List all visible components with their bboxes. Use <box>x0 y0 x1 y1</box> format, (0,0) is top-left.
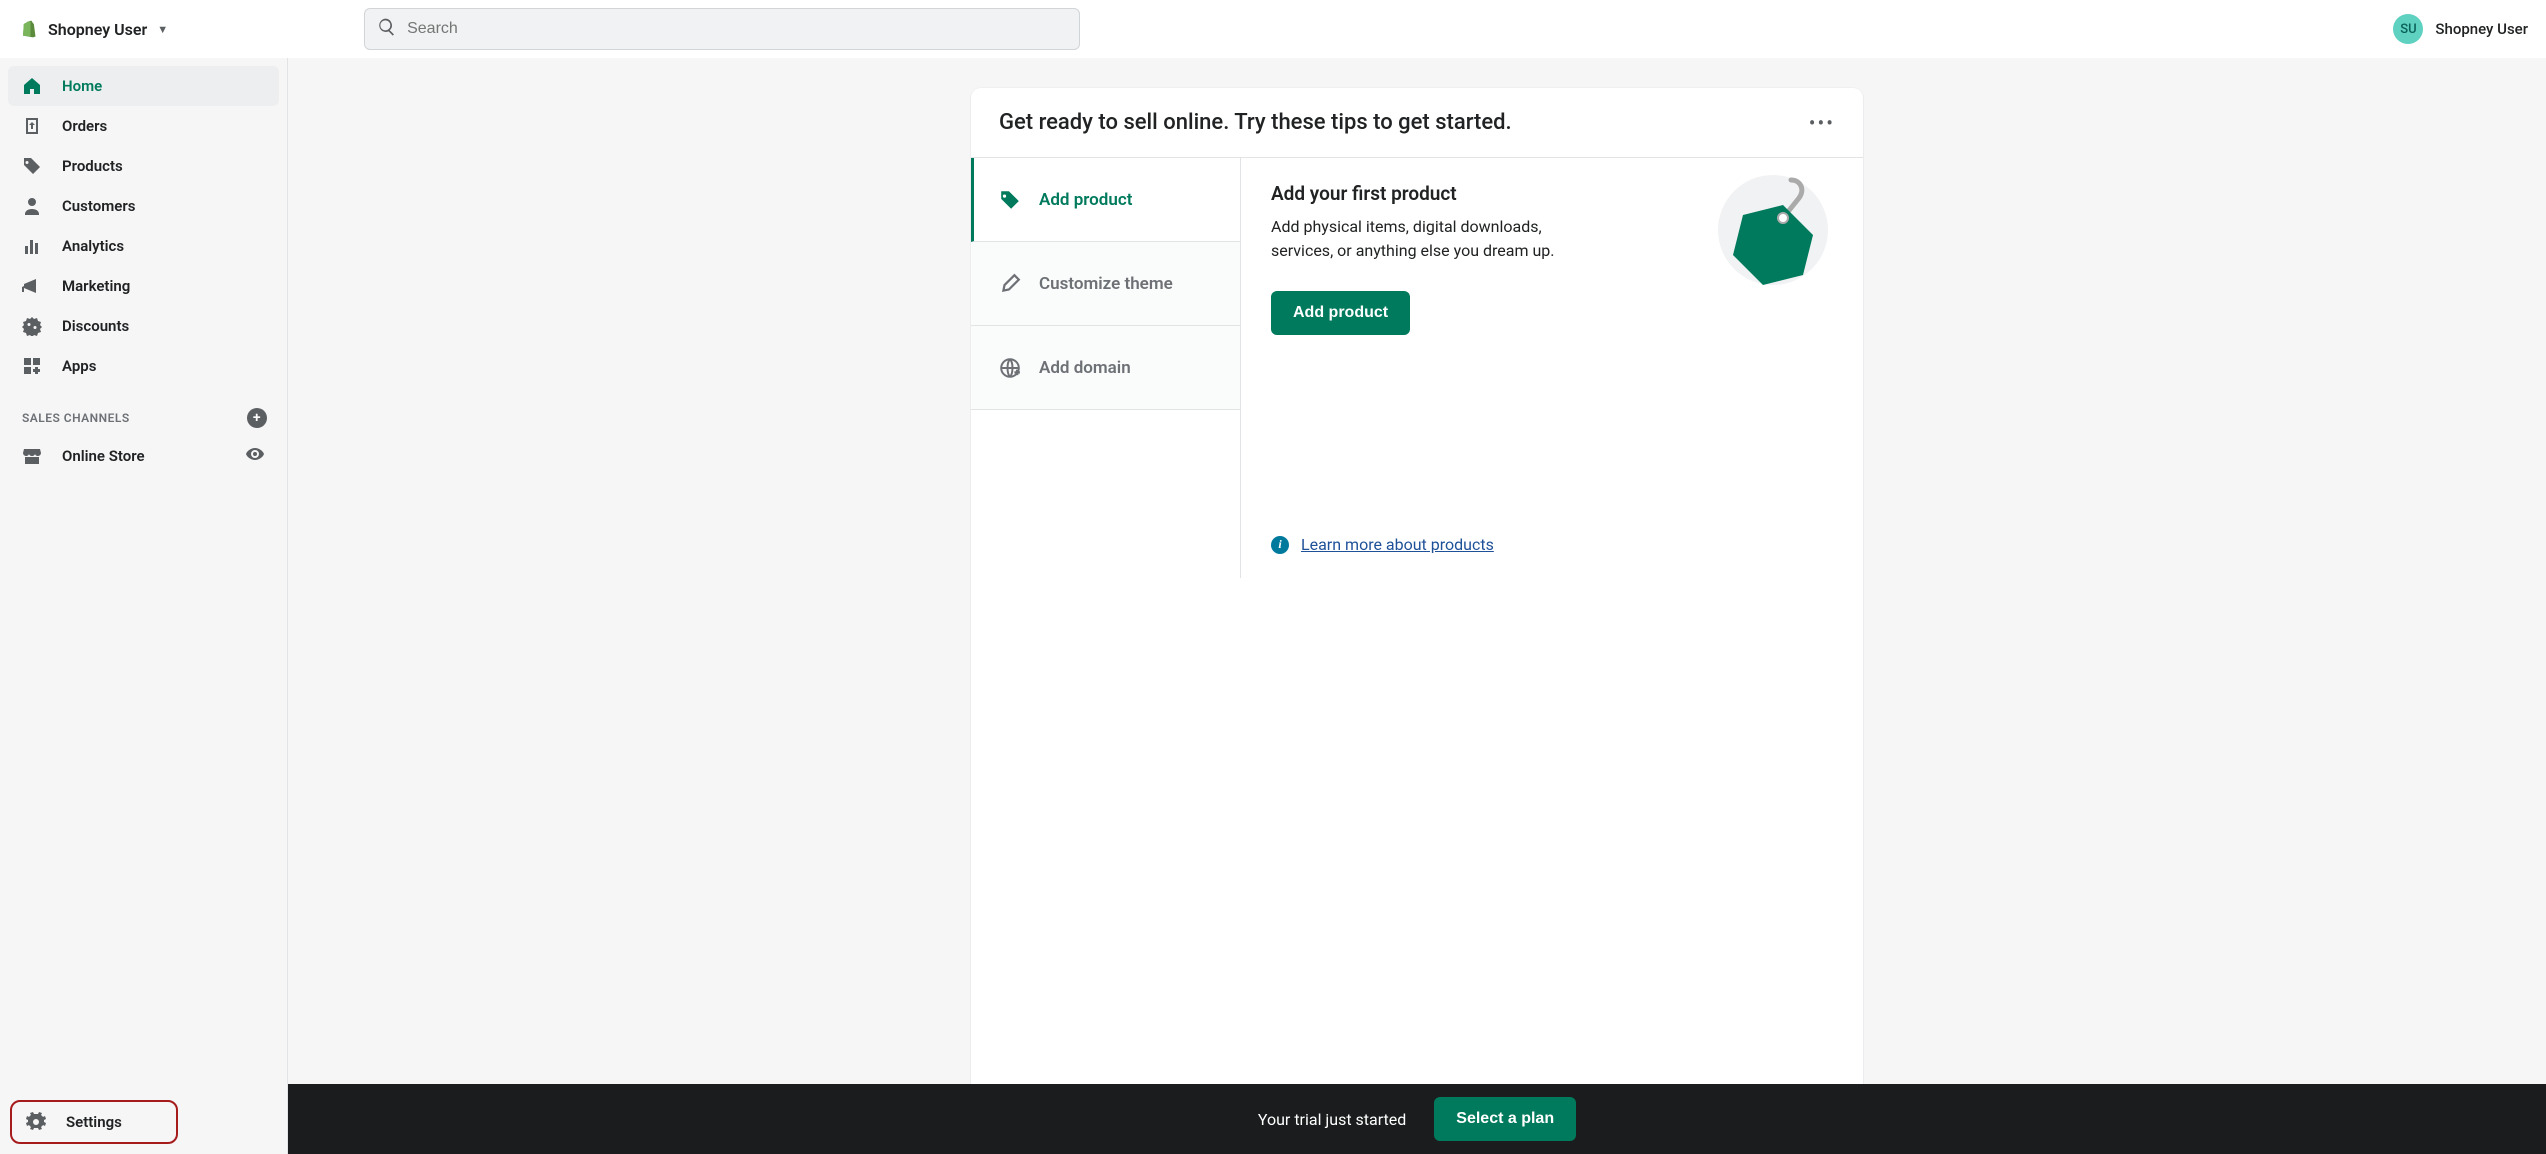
trial-message: Your trial just started <box>1258 1110 1406 1129</box>
select-plan-button[interactable]: Select a plan <box>1434 1097 1576 1141</box>
sidebar-item-orders[interactable]: Orders <box>8 106 279 146</box>
avatar: SU <box>2393 14 2423 44</box>
info-icon: i <box>1271 536 1289 554</box>
discount-icon <box>22 316 42 336</box>
sidebar-item-apps[interactable]: Apps <box>8 346 279 386</box>
step-label: Add product <box>1039 190 1132 210</box>
store-icon <box>22 446 42 466</box>
onboarding-steps: Add product Customize theme Add domain <box>971 158 1241 578</box>
caret-down-icon: ▼ <box>157 23 168 36</box>
settings-button[interactable]: Settings <box>10 1100 178 1144</box>
sidebar-item-label: Orders <box>62 117 107 135</box>
sidebar-item-label: Products <box>62 157 123 175</box>
orders-icon <box>22 116 42 136</box>
sidebar-item-label: Analytics <box>62 237 124 255</box>
add-channel-button[interactable]: + <box>247 408 267 428</box>
card-more-button[interactable]: ••• <box>1809 111 1835 135</box>
step-label: Customize theme <box>1039 274 1173 294</box>
step-detail: Add your first product Add physical item… <box>1241 158 1863 578</box>
step-label: Add domain <box>1039 358 1131 378</box>
user-name: Shopney User <box>2435 20 2528 38</box>
search-input[interactable] <box>407 20 1067 38</box>
channel-label: Online Store <box>62 447 145 465</box>
trial-footer: Your trial just started Select a plan <box>288 1084 2546 1154</box>
onboarding-card: Get ready to sell online. Try these tips… <box>971 88 1863 1154</box>
gear-icon <box>26 1112 46 1132</box>
analytics-icon <box>22 236 42 256</box>
apps-icon <box>22 356 42 376</box>
person-icon <box>22 196 42 216</box>
home-icon <box>22 76 42 96</box>
megaphone-icon <box>22 276 42 296</box>
sidebar: Home Orders Products Customers <box>0 58 288 1154</box>
sidebar-item-products[interactable]: Products <box>8 146 279 186</box>
step-customize-theme[interactable]: Customize theme <box>971 242 1240 326</box>
store-switcher[interactable]: Shopney User ▼ <box>18 19 168 39</box>
sales-channels-header: SALES CHANNELS + <box>0 386 287 436</box>
add-product-button[interactable]: Add product <box>1271 291 1410 335</box>
store-name: Shopney User <box>48 20 147 39</box>
detail-body: Add physical items, digital downloads, s… <box>1271 215 1601 263</box>
step-add-domain[interactable]: Add domain <box>971 326 1240 410</box>
card-title: Get ready to sell online. Try these tips… <box>999 110 1512 135</box>
search-icon <box>377 17 397 41</box>
eye-icon[interactable] <box>245 444 265 468</box>
main-content: Get ready to sell online. Try these tips… <box>288 58 2546 1154</box>
sidebar-item-label: Customers <box>62 197 135 215</box>
learn-more-link[interactable]: Learn more about products <box>1301 535 1494 554</box>
sidebar-item-label: Apps <box>62 357 96 375</box>
product-tag-illustration <box>1713 170 1833 290</box>
sidebar-item-analytics[interactable]: Analytics <box>8 226 279 266</box>
step-add-product[interactable]: Add product <box>971 158 1240 242</box>
sidebar-item-label: Discounts <box>62 317 129 335</box>
sidebar-item-marketing[interactable]: Marketing <box>8 266 279 306</box>
sidebar-item-discounts[interactable]: Discounts <box>8 306 279 346</box>
shopify-logo-icon <box>18 19 38 39</box>
sidebar-channel-online-store[interactable]: Online Store <box>0 436 287 476</box>
sidebar-item-home[interactable]: Home <box>8 66 279 106</box>
search-field[interactable] <box>364 8 1080 50</box>
user-menu[interactable]: SU Shopney User <box>2393 14 2528 44</box>
sidebar-item-customers[interactable]: Customers <box>8 186 279 226</box>
globe-icon <box>999 357 1021 379</box>
brush-icon <box>999 273 1021 295</box>
sidebar-item-label: Home <box>62 77 102 95</box>
tag-icon <box>22 156 42 176</box>
sidebar-item-label: Marketing <box>62 277 130 295</box>
tag-icon <box>999 189 1021 211</box>
settings-label: Settings <box>66 1113 122 1131</box>
